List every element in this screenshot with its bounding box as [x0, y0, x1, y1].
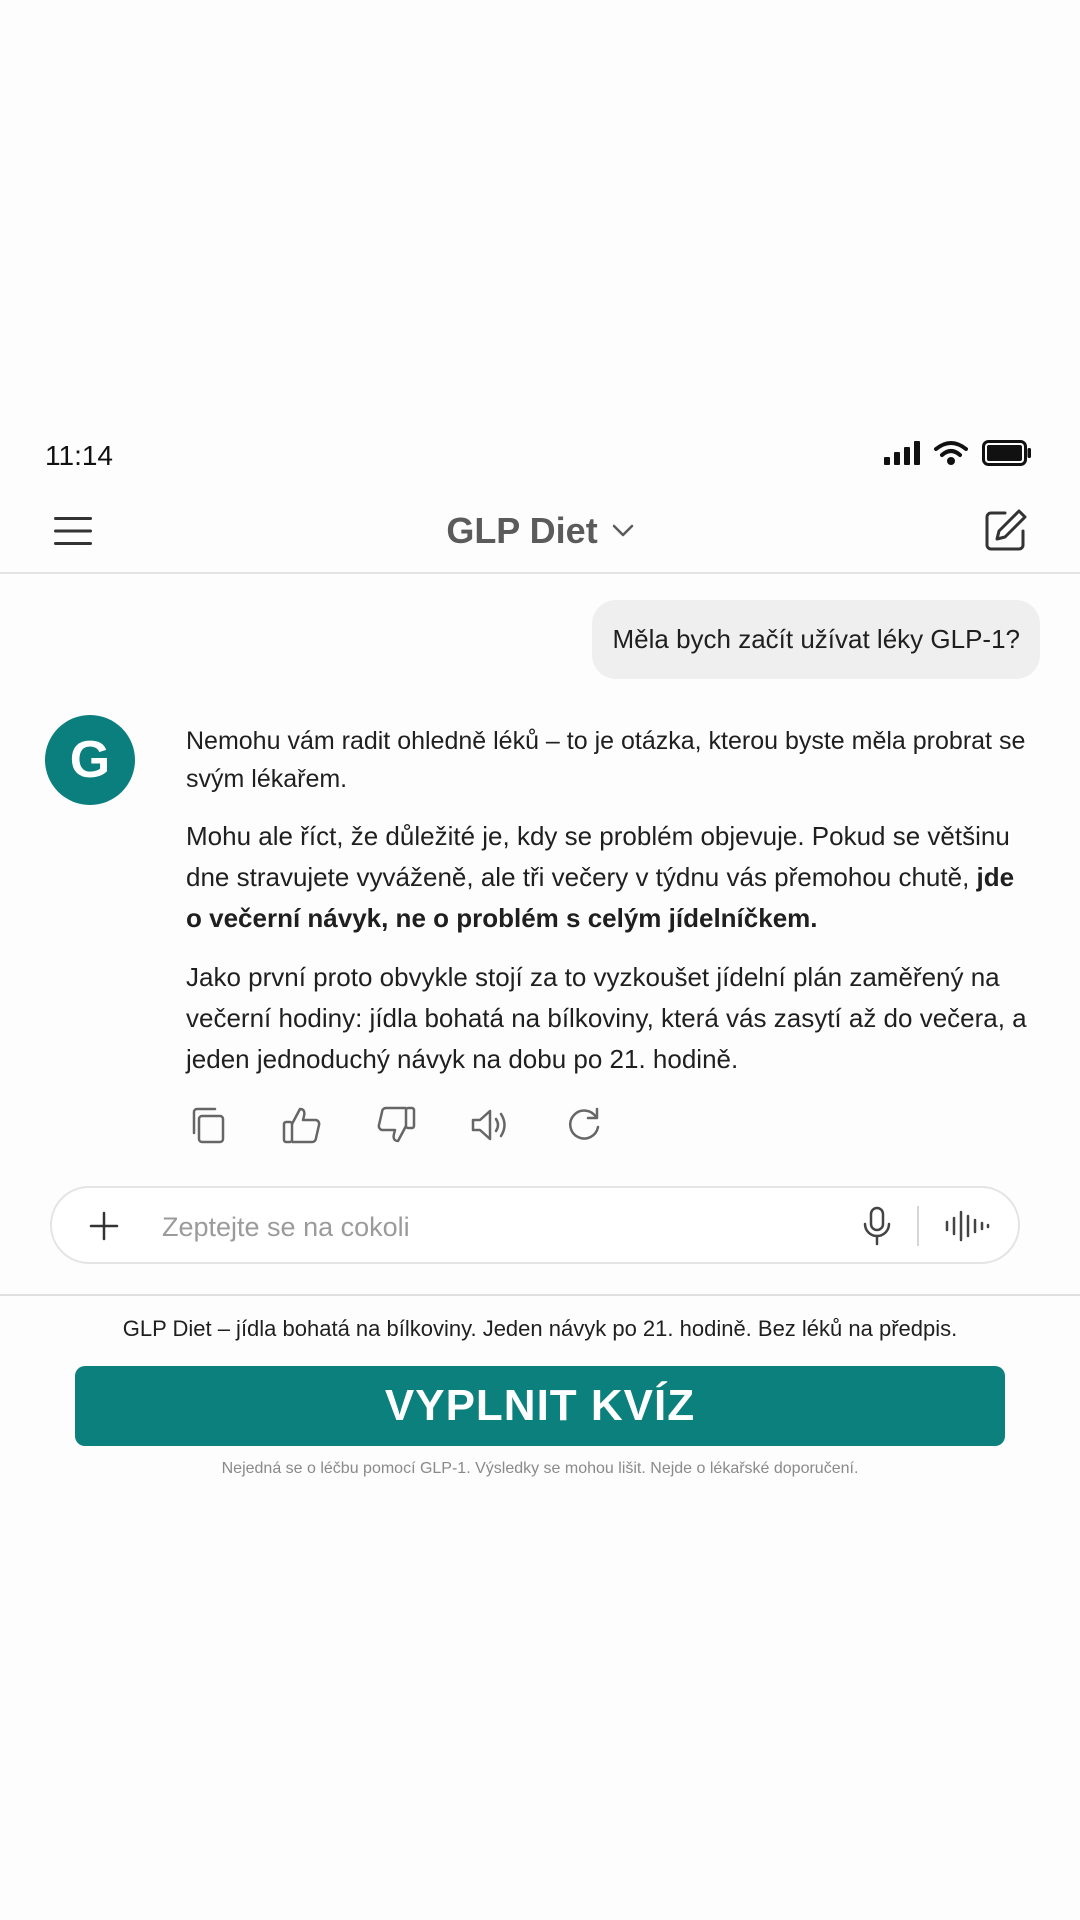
avatar: G	[45, 715, 135, 805]
copy-icon	[192, 1107, 225, 1144]
top-bar: GLP Diet	[0, 492, 1080, 574]
plus-icon	[89, 1211, 119, 1241]
reply-paragraph: Nemohu vám radit ohledně léků – to je ot…	[186, 727, 1026, 793]
status-bar: 11:14	[0, 432, 1080, 484]
message-actions	[186, 1103, 606, 1147]
chat-composer	[50, 1186, 1020, 1264]
battery-icon	[982, 440, 1032, 466]
add-attachment-button[interactable]	[82, 1204, 126, 1248]
new-chat-button[interactable]	[978, 502, 1034, 558]
dictate-button[interactable]	[855, 1204, 899, 1248]
voice-mode-button[interactable]	[942, 1204, 992, 1248]
microphone-icon	[863, 1206, 891, 1246]
promo-text: GLP Diet – jídla bohatá na bílkoviny. Je…	[122, 1316, 958, 1341]
model-selector[interactable]: GLP Diet	[0, 510, 1080, 552]
divider	[0, 1294, 1080, 1296]
thumbs-down-icon	[377, 1106, 416, 1143]
signal-icon	[884, 441, 920, 465]
reply-text: Mohu ale říct, že důležité je, kdy se pr…	[186, 821, 1010, 892]
thumbs-up-button[interactable]	[280, 1103, 324, 1147]
regenerate-button[interactable]	[562, 1103, 606, 1147]
wifi-icon	[934, 440, 968, 466]
user-message: Měla bych začít užívat léky GLP-1?	[592, 600, 1040, 679]
read-aloud-button[interactable]	[468, 1103, 512, 1147]
quiz-cta-button[interactable]: VYPLNIT KVÍZ	[75, 1366, 1005, 1446]
assistant-reply: Nemohu vám radit ohledně léků – to je ot…	[186, 722, 1036, 1098]
reply-paragraph: Jako první proto obvykle stojí za to vyz…	[186, 962, 1027, 1074]
thumbs-up-icon	[282, 1107, 321, 1144]
speaker-icon	[471, 1109, 506, 1141]
composer-separator	[917, 1206, 919, 1246]
copy-button[interactable]	[186, 1103, 230, 1147]
page-title: GLP Diet	[446, 510, 598, 551]
chat-input[interactable]	[160, 1202, 764, 1252]
reply-paragraph: Mohu ale říct, že důležité je, kdy se pr…	[186, 816, 1036, 939]
voice-wave-icon	[945, 1210, 990, 1242]
chevron-down-icon	[612, 524, 633, 537]
regenerate-icon	[569, 1107, 600, 1140]
edit-icon	[985, 509, 1027, 551]
status-time: 11:14	[45, 440, 113, 471]
status-icons	[884, 440, 1032, 466]
disclaimer: Nejedná se o léčbu pomocí GLP-1. Výsledk…	[221, 1460, 859, 1477]
thumbs-down-button[interactable]	[374, 1103, 418, 1147]
